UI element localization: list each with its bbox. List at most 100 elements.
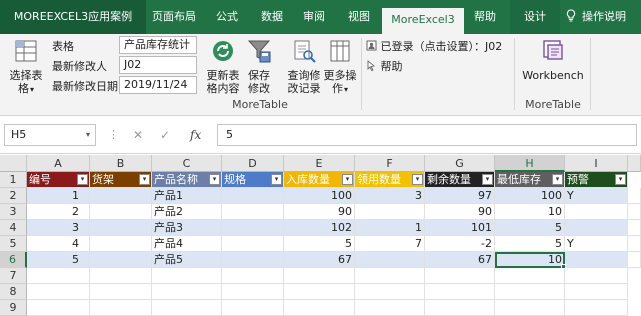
empty-cell[interactable] <box>90 300 152 316</box>
table-cell[interactable]: 4 <box>27 236 90 252</box>
name-box[interactable]: H5 ▾ <box>4 124 96 146</box>
login-status-button[interactable]: 已登录（点击设置）：J02 <box>366 38 502 54</box>
filter-dropdown-icon[interactable]: ▾ <box>615 174 626 185</box>
table-cell[interactable]: 产品4 <box>152 236 222 252</box>
table-cell[interactable]: 7 <box>355 236 425 252</box>
fill-handle[interactable] <box>561 264 566 269</box>
column-header-b[interactable]: B <box>90 155 152 172</box>
empty-cell[interactable] <box>628 252 641 268</box>
tab-file-workbook[interactable]: MOREEXCEL3应用案例 <box>0 0 146 34</box>
empty-cell[interactable] <box>90 284 152 300</box>
empty-cell[interactable] <box>355 284 425 300</box>
table-cell[interactable]: 67 <box>284 252 355 268</box>
table-cell[interactable] <box>355 252 425 268</box>
table-cell[interactable]: 100 <box>284 188 355 204</box>
help-button[interactable]: 帮助 <box>366 58 403 74</box>
table-cell[interactable]: Y <box>565 236 628 252</box>
empty-cell[interactable] <box>152 268 222 284</box>
empty-cell[interactable] <box>284 300 355 316</box>
tab-design[interactable]: 设计 <box>510 0 560 34</box>
filter-dropdown-icon[interactable]: ▾ <box>342 174 353 185</box>
table-cell[interactable]: Y <box>565 188 628 204</box>
row-header-8[interactable]: 8 <box>0 284 27 300</box>
table-cell[interactable]: 2 <box>27 204 90 220</box>
row-header-7[interactable]: 7 <box>0 268 27 284</box>
more-ops-button[interactable]: 更多操作▾ <box>323 38 357 96</box>
table-header-cell[interactable]: 剩余数量 ▾ <box>425 172 495 188</box>
table-cell[interactable] <box>90 204 152 220</box>
table-cell[interactable]: 67 <box>425 252 495 268</box>
empty-cell[interactable] <box>565 300 628 316</box>
table-cell[interactable]: 产品1 <box>152 188 222 204</box>
empty-cell[interactable] <box>222 300 284 316</box>
update-table-button[interactable]: 更新表格内容 <box>204 38 242 95</box>
table-cell[interactable] <box>90 252 152 268</box>
column-header-i[interactable]: I <box>565 155 628 172</box>
table-cell[interactable] <box>565 204 628 220</box>
name-box-dropdown-icon[interactable]: ▾ <box>86 125 90 145</box>
filter-dropdown-icon[interactable]: ▾ <box>209 174 220 185</box>
table-cell[interactable]: -2 <box>425 236 495 252</box>
row-header-2[interactable]: 2 <box>0 188 27 204</box>
table-cell[interactable]: 90 <box>284 204 355 220</box>
column-header-a[interactable]: A <box>27 155 90 172</box>
row-header-3[interactable]: 3 <box>0 204 27 220</box>
modified-date-field[interactable]: 2019/11/24 <box>119 76 197 94</box>
table-header-cell[interactable]: 编号 ▾ <box>27 172 90 188</box>
table-header-cell[interactable]: 产品名称 ▾ <box>152 172 222 188</box>
table-cell[interactable] <box>90 236 152 252</box>
empty-cell[interactable] <box>90 268 152 284</box>
empty-cell[interactable] <box>628 188 641 204</box>
table-cell[interactable]: 5 <box>284 236 355 252</box>
table-cell[interactable]: 5 <box>27 252 90 268</box>
active-cell[interactable]: 10 <box>495 252 565 268</box>
tab-formulas[interactable]: 公式 <box>202 0 252 34</box>
row-header-9[interactable]: 9 <box>0 300 27 316</box>
empty-cell[interactable] <box>152 300 222 316</box>
table-cell[interactable] <box>565 252 628 268</box>
table-cell[interactable]: 5 <box>495 220 565 236</box>
insert-function-icon[interactable]: fx <box>190 128 201 142</box>
table-cell[interactable]: 产品3 <box>152 220 222 236</box>
empty-cell[interactable] <box>565 268 628 284</box>
filter-dropdown-icon[interactable]: ▾ <box>412 174 423 185</box>
empty-cell[interactable] <box>628 236 641 252</box>
empty-cell[interactable] <box>495 268 565 284</box>
empty-cell[interactable] <box>495 300 565 316</box>
table-header-cell[interactable]: 领用数量 ▾ <box>355 172 425 188</box>
formula-input[interactable]: 5 <box>217 124 637 146</box>
select-all-corner[interactable] <box>0 155 27 172</box>
table-cell[interactable]: 101 <box>425 220 495 236</box>
table-cell[interactable] <box>90 188 152 204</box>
table-cell[interactable]: 97 <box>425 188 495 204</box>
empty-cell[interactable] <box>425 284 495 300</box>
tab-moreexcel3[interactable]: MoreExcel3 <box>382 6 464 34</box>
table-name-field[interactable]: 产品库存统计 <box>119 36 197 54</box>
empty-cell[interactable] <box>27 300 90 316</box>
row-header-1[interactable]: 1 <box>0 172 27 188</box>
table-header-cell[interactable]: 预警 ▾ <box>565 172 628 188</box>
empty-cell[interactable] <box>222 268 284 284</box>
empty-cell[interactable] <box>222 284 284 300</box>
table-header-cell[interactable]: 入库数量 ▾ <box>284 172 355 188</box>
select-table-button[interactable]: 选择表格▾ <box>6 38 46 96</box>
empty-cell[interactable] <box>495 284 565 300</box>
table-cell[interactable]: 1 <box>355 220 425 236</box>
table-cell[interactable] <box>222 252 284 268</box>
empty-cell[interactable] <box>27 284 90 300</box>
column-header-h[interactable]: H <box>495 155 565 172</box>
row-header-4[interactable]: 4 <box>0 220 27 236</box>
table-cell[interactable] <box>565 220 628 236</box>
row-header-5[interactable]: 5 <box>0 236 27 252</box>
empty-cell[interactable] <box>425 300 495 316</box>
table-cell[interactable] <box>222 188 284 204</box>
tab-help[interactable]: 帮助 <box>464 0 506 34</box>
table-cell[interactable]: 5 <box>495 236 565 252</box>
table-cell[interactable] <box>355 204 425 220</box>
confirm-icon[interactable]: ✓ <box>160 128 170 142</box>
tell-me-box[interactable]: 操作说明 <box>566 0 641 34</box>
filter-dropdown-icon[interactable]: ▾ <box>552 174 563 185</box>
row-header-6[interactable]: 6 <box>0 252 27 268</box>
column-header-d[interactable]: D <box>222 155 284 172</box>
table-cell[interactable]: 100 <box>495 188 565 204</box>
